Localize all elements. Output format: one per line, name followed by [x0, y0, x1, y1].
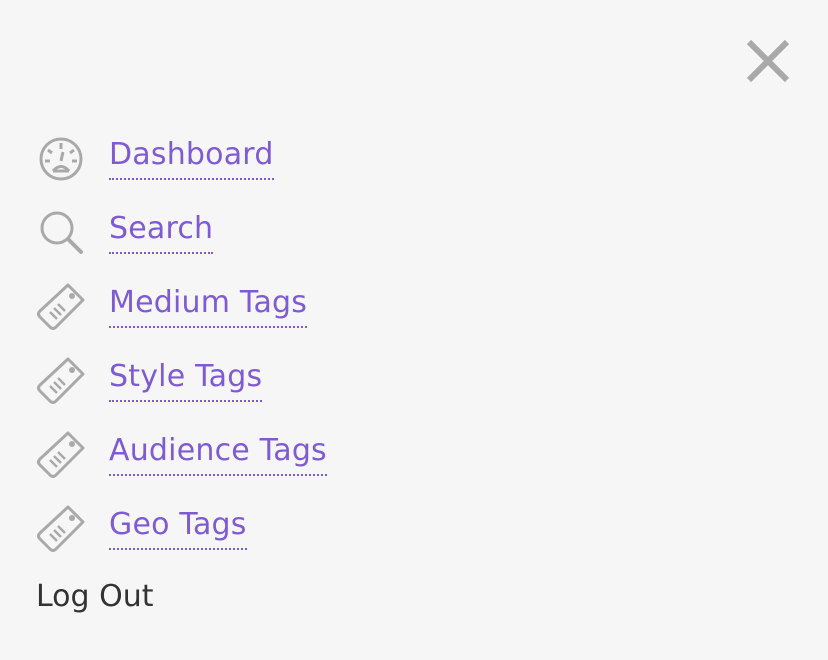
search-icon	[36, 208, 86, 258]
nav-item-label[interactable]: Dashboard	[109, 138, 274, 180]
tag-icon	[36, 504, 86, 554]
nav-item-label[interactable]: Audience Tags	[109, 434, 327, 476]
nav-item-label[interactable]: Style Tags	[109, 360, 263, 402]
close-icon[interactable]	[743, 36, 793, 86]
nav-item-label[interactable]: Search	[109, 212, 214, 254]
dashboard-gauge-icon	[36, 134, 86, 184]
nav-item-label[interactable]: Medium Tags	[109, 286, 308, 328]
nav-item-label[interactable]: Geo Tags	[109, 508, 247, 550]
tag-icon	[36, 282, 86, 332]
close-menu-button[interactable]	[743, 36, 793, 86]
tag-icon	[36, 430, 86, 480]
logout-link[interactable]: Log Out	[36, 580, 154, 614]
tag-icon	[36, 356, 86, 406]
